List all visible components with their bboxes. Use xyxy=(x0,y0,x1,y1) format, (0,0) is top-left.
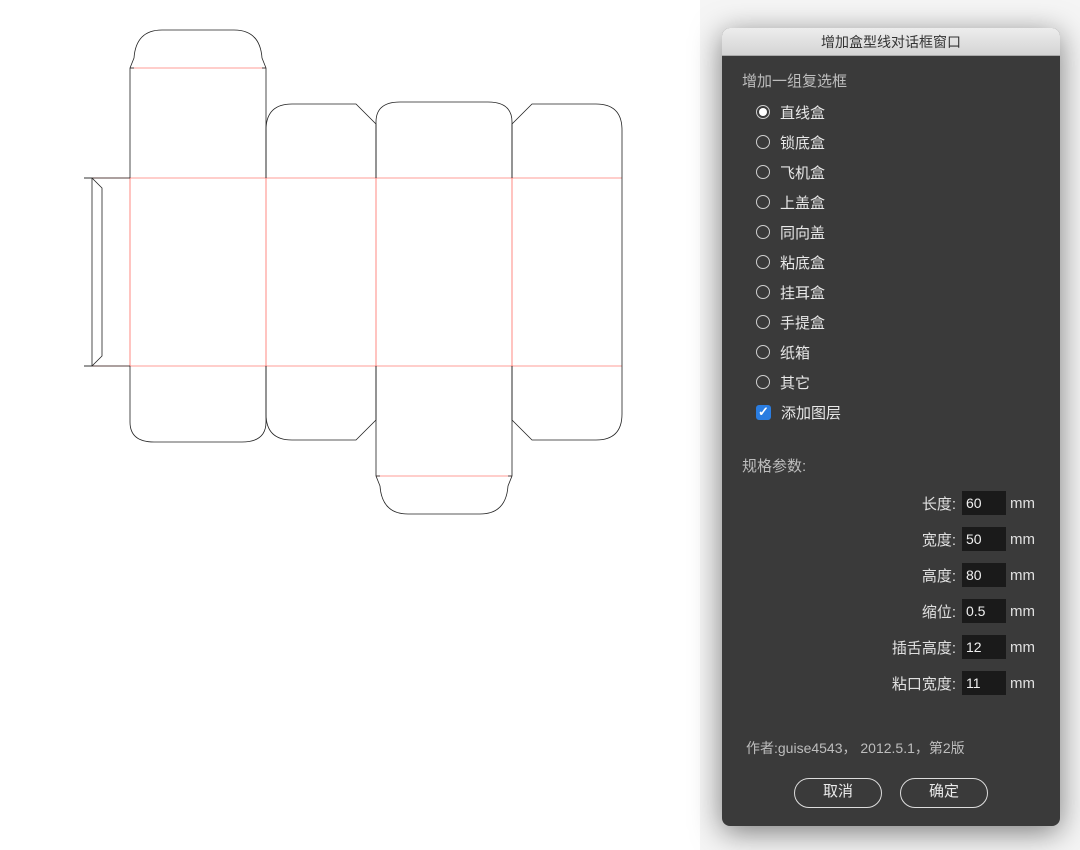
radio-icon[interactable] xyxy=(756,375,770,389)
add-layer-checkbox[interactable] xyxy=(756,405,771,420)
radio-icon[interactable] xyxy=(756,345,770,359)
param-unit-label: mm xyxy=(1010,567,1040,584)
box-type-option[interactable]: 其它 xyxy=(756,369,1040,395)
box-dialog-window: 增加盒型线对话框窗口 增加一组复选框 直线盒锁底盒飞机盒上盖盒同向盖粘底盒挂耳盒… xyxy=(722,28,1060,826)
box-type-option-label: 粘底盒 xyxy=(780,252,825,273)
radio-icon[interactable] xyxy=(756,105,770,119)
param-name-label: 高度: xyxy=(922,565,956,586)
param-row: 高度: mm xyxy=(742,560,1040,590)
param-row: 插舌高度: mm xyxy=(742,632,1040,662)
radio-icon[interactable] xyxy=(756,255,770,269)
box-type-option[interactable]: 锁底盒 xyxy=(756,129,1040,155)
box-type-option-label: 纸箱 xyxy=(780,342,810,363)
radio-icon[interactable] xyxy=(756,225,770,239)
param-unit-label: mm xyxy=(1010,639,1040,656)
param-unit-label: mm xyxy=(1010,495,1040,512)
box-type-option-label: 飞机盒 xyxy=(780,162,825,183)
radio-icon[interactable] xyxy=(756,315,770,329)
box-type-option-label: 挂耳盒 xyxy=(780,282,825,303)
box-type-option-label: 直线盒 xyxy=(780,102,825,123)
radio-icon[interactable] xyxy=(756,165,770,179)
cancel-button[interactable]: 取消 xyxy=(794,778,882,808)
box-type-option[interactable]: 纸箱 xyxy=(756,339,1040,365)
box-type-option-label: 上盖盒 xyxy=(780,192,825,213)
param-unit-label: mm xyxy=(1010,603,1040,620)
radio-icon[interactable] xyxy=(756,285,770,299)
param-input[interactable] xyxy=(962,635,1006,659)
param-name-label: 粘口宽度: xyxy=(892,673,956,694)
dialog-titlebar[interactable]: 增加盒型线对话框窗口 xyxy=(722,28,1060,56)
param-row: 缩位: mm xyxy=(742,596,1040,626)
dialog-body: 增加一组复选框 直线盒锁底盒飞机盒上盖盒同向盖粘底盒挂耳盒手提盒纸箱其它 添加图… xyxy=(722,56,1060,826)
dialog-button-row: 取消 确定 xyxy=(742,778,1040,808)
canvas-area xyxy=(0,0,700,850)
box-dieline-preview xyxy=(70,20,630,540)
box-type-option-label: 其它 xyxy=(780,372,810,393)
param-input[interactable] xyxy=(962,527,1006,551)
box-type-option-label: 同向盖 xyxy=(780,222,825,243)
param-name-label: 长度: xyxy=(922,493,956,514)
box-type-option[interactable]: 手提盒 xyxy=(756,309,1040,335)
ok-button[interactable]: 确定 xyxy=(900,778,988,808)
box-type-option[interactable]: 同向盖 xyxy=(756,219,1040,245)
box-type-option[interactable]: 粘底盒 xyxy=(756,249,1040,275)
author-credit: 作者:guise4543， 2012.5.1，第2版 xyxy=(742,738,1040,758)
radio-icon[interactable] xyxy=(756,195,770,209)
param-input[interactable] xyxy=(962,563,1006,587)
box-type-group-label: 增加一组复选框 xyxy=(742,70,1040,91)
box-type-option-label: 手提盒 xyxy=(780,312,825,333)
param-unit-label: mm xyxy=(1010,531,1040,548)
param-name-label: 插舌高度: xyxy=(892,637,956,658)
box-type-option[interactable]: 飞机盒 xyxy=(756,159,1040,185)
spec-params-label: 规格参数: xyxy=(742,455,1040,476)
box-type-option[interactable]: 挂耳盒 xyxy=(756,279,1040,305)
param-input[interactable] xyxy=(962,671,1006,695)
param-row: 宽度: mm xyxy=(742,524,1040,554)
dialog-title: 增加盒型线对话框窗口 xyxy=(821,34,961,50)
param-row: 长度: mm xyxy=(742,488,1040,518)
add-layer-label: 添加图层 xyxy=(781,402,841,423)
param-row: 粘口宽度: mm xyxy=(742,668,1040,698)
box-type-radio-list: 直线盒锁底盒飞机盒上盖盒同向盖粘底盒挂耳盒手提盒纸箱其它 xyxy=(742,99,1040,395)
radio-icon[interactable] xyxy=(756,135,770,149)
param-name-label: 宽度: xyxy=(922,529,956,550)
box-type-option[interactable]: 直线盒 xyxy=(756,99,1040,125)
box-type-option[interactable]: 上盖盒 xyxy=(756,189,1040,215)
param-unit-label: mm xyxy=(1010,675,1040,692)
spec-params-list: 长度: mm 宽度: mm 高度: mm 缩位: mm 插舌高度: mm 粘口宽度: mm xyxy=(742,488,1040,698)
param-name-label: 缩位: xyxy=(922,601,956,622)
add-layer-row[interactable]: 添加图层 xyxy=(756,399,1040,425)
box-type-option-label: 锁底盒 xyxy=(780,132,825,153)
param-input[interactable] xyxy=(962,599,1006,623)
param-input[interactable] xyxy=(962,491,1006,515)
